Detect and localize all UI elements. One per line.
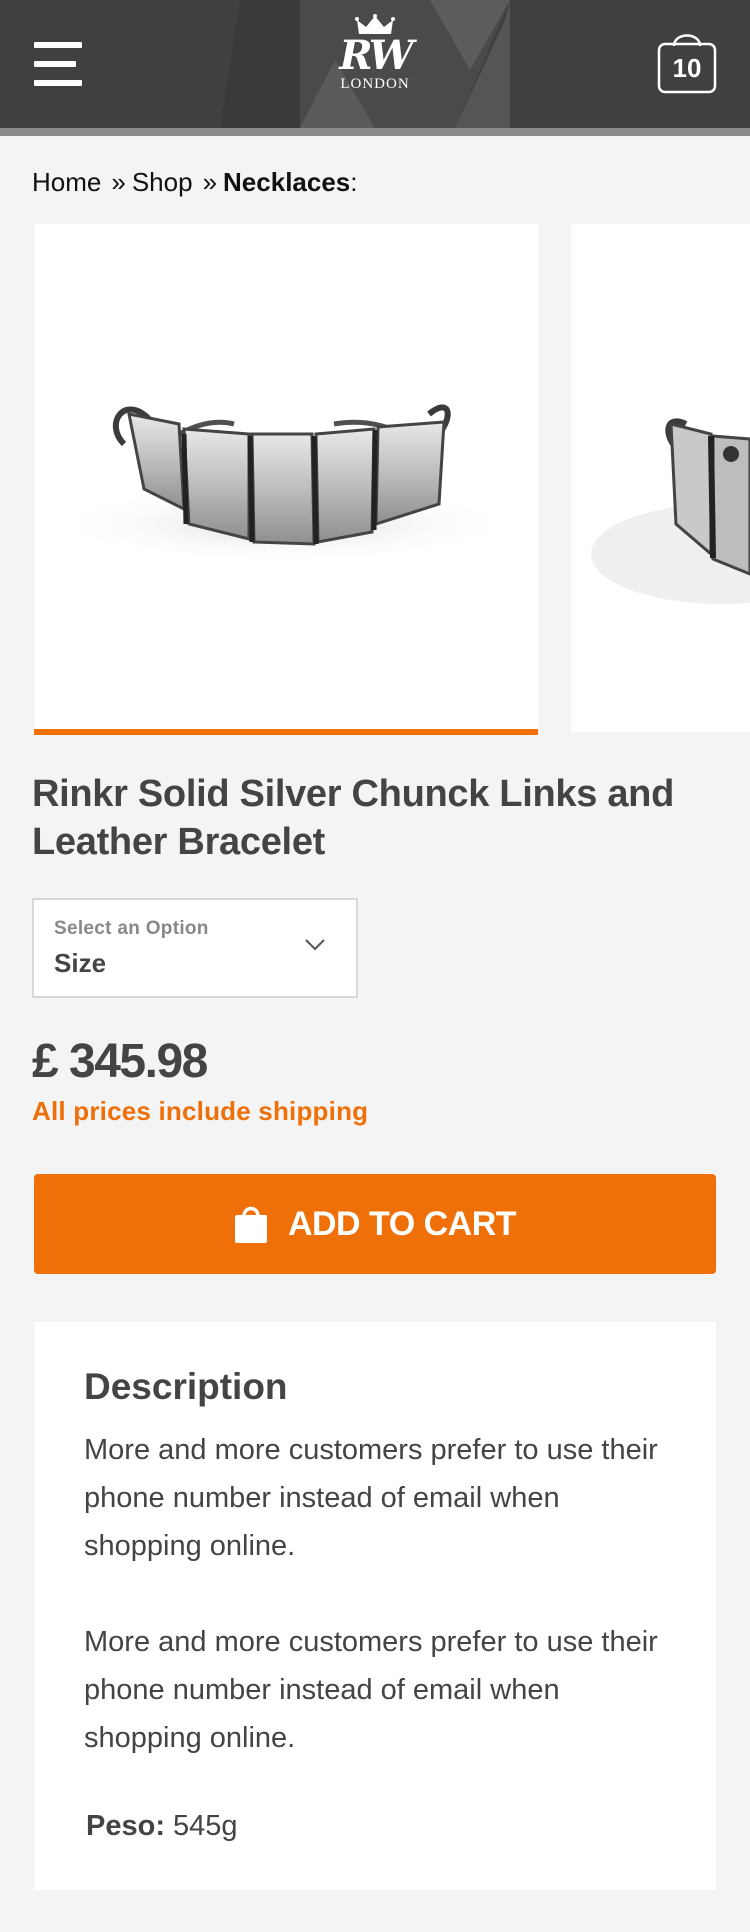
description-heading: Description <box>84 1366 288 1407</box>
product-price: £ 345.98 <box>32 1035 208 1088</box>
product-title: Rinkr Solid Silver Chunck Links and Leat… <box>32 773 674 863</box>
breadcrumb-shop[interactable]: Shop <box>132 167 193 197</box>
breadcrumb-home[interactable]: Home <box>32 167 101 197</box>
weight-label: Peso: <box>86 1810 165 1842</box>
breadcrumb: Home» Shop» Necklaces: <box>32 166 358 198</box>
select-label: Select an Option <box>54 918 209 939</box>
bag-icon <box>234 1206 267 1243</box>
site-header: RW LONDON 10 <box>0 0 750 128</box>
header-divider <box>0 128 750 136</box>
breadcrumb-separator: » <box>202 167 218 197</box>
site-logo[interactable]: RW LONDON <box>325 14 425 114</box>
menu-button[interactable] <box>34 42 82 88</box>
cart-count-badge: 10 <box>672 53 702 83</box>
description-card: Description More and more customers pref… <box>34 1322 716 1890</box>
menu-icon-bar <box>34 61 76 67</box>
breadcrumb-separator: » <box>111 167 126 197</box>
chevron-down-icon <box>305 939 325 951</box>
bracelet-image <box>54 404 514 564</box>
select-value: Size <box>54 948 107 978</box>
add-to-cart-label: ADD TO CART <box>287 1204 517 1243</box>
weight-row: Peso: 545g <box>86 1802 238 1850</box>
cart-button[interactable]: 10 <box>657 24 717 94</box>
breadcrumb-current: Necklaces <box>223 167 351 197</box>
shipping-note: All prices include shipping <box>32 1096 369 1126</box>
weight-value: 545g <box>173 1810 238 1842</box>
description-paragraph: More and more customers prefer to use th… <box>84 1434 658 1562</box>
menu-icon-bar <box>34 80 82 86</box>
menu-icon-bar <box>34 42 82 48</box>
product-image-next[interactable] <box>571 224 750 732</box>
logo-mark: RW <box>339 32 413 79</box>
description-paragraph: More and more customers prefer to use th… <box>84 1626 658 1754</box>
product-image-main[interactable] <box>34 224 538 735</box>
bracelet-image <box>591 418 750 604</box>
size-select[interactable]: Select an Option Size <box>32 898 358 998</box>
breadcrumb-suffix: : <box>350 167 358 197</box>
add-to-cart-button[interactable]: ADD TO CART <box>34 1174 716 1274</box>
